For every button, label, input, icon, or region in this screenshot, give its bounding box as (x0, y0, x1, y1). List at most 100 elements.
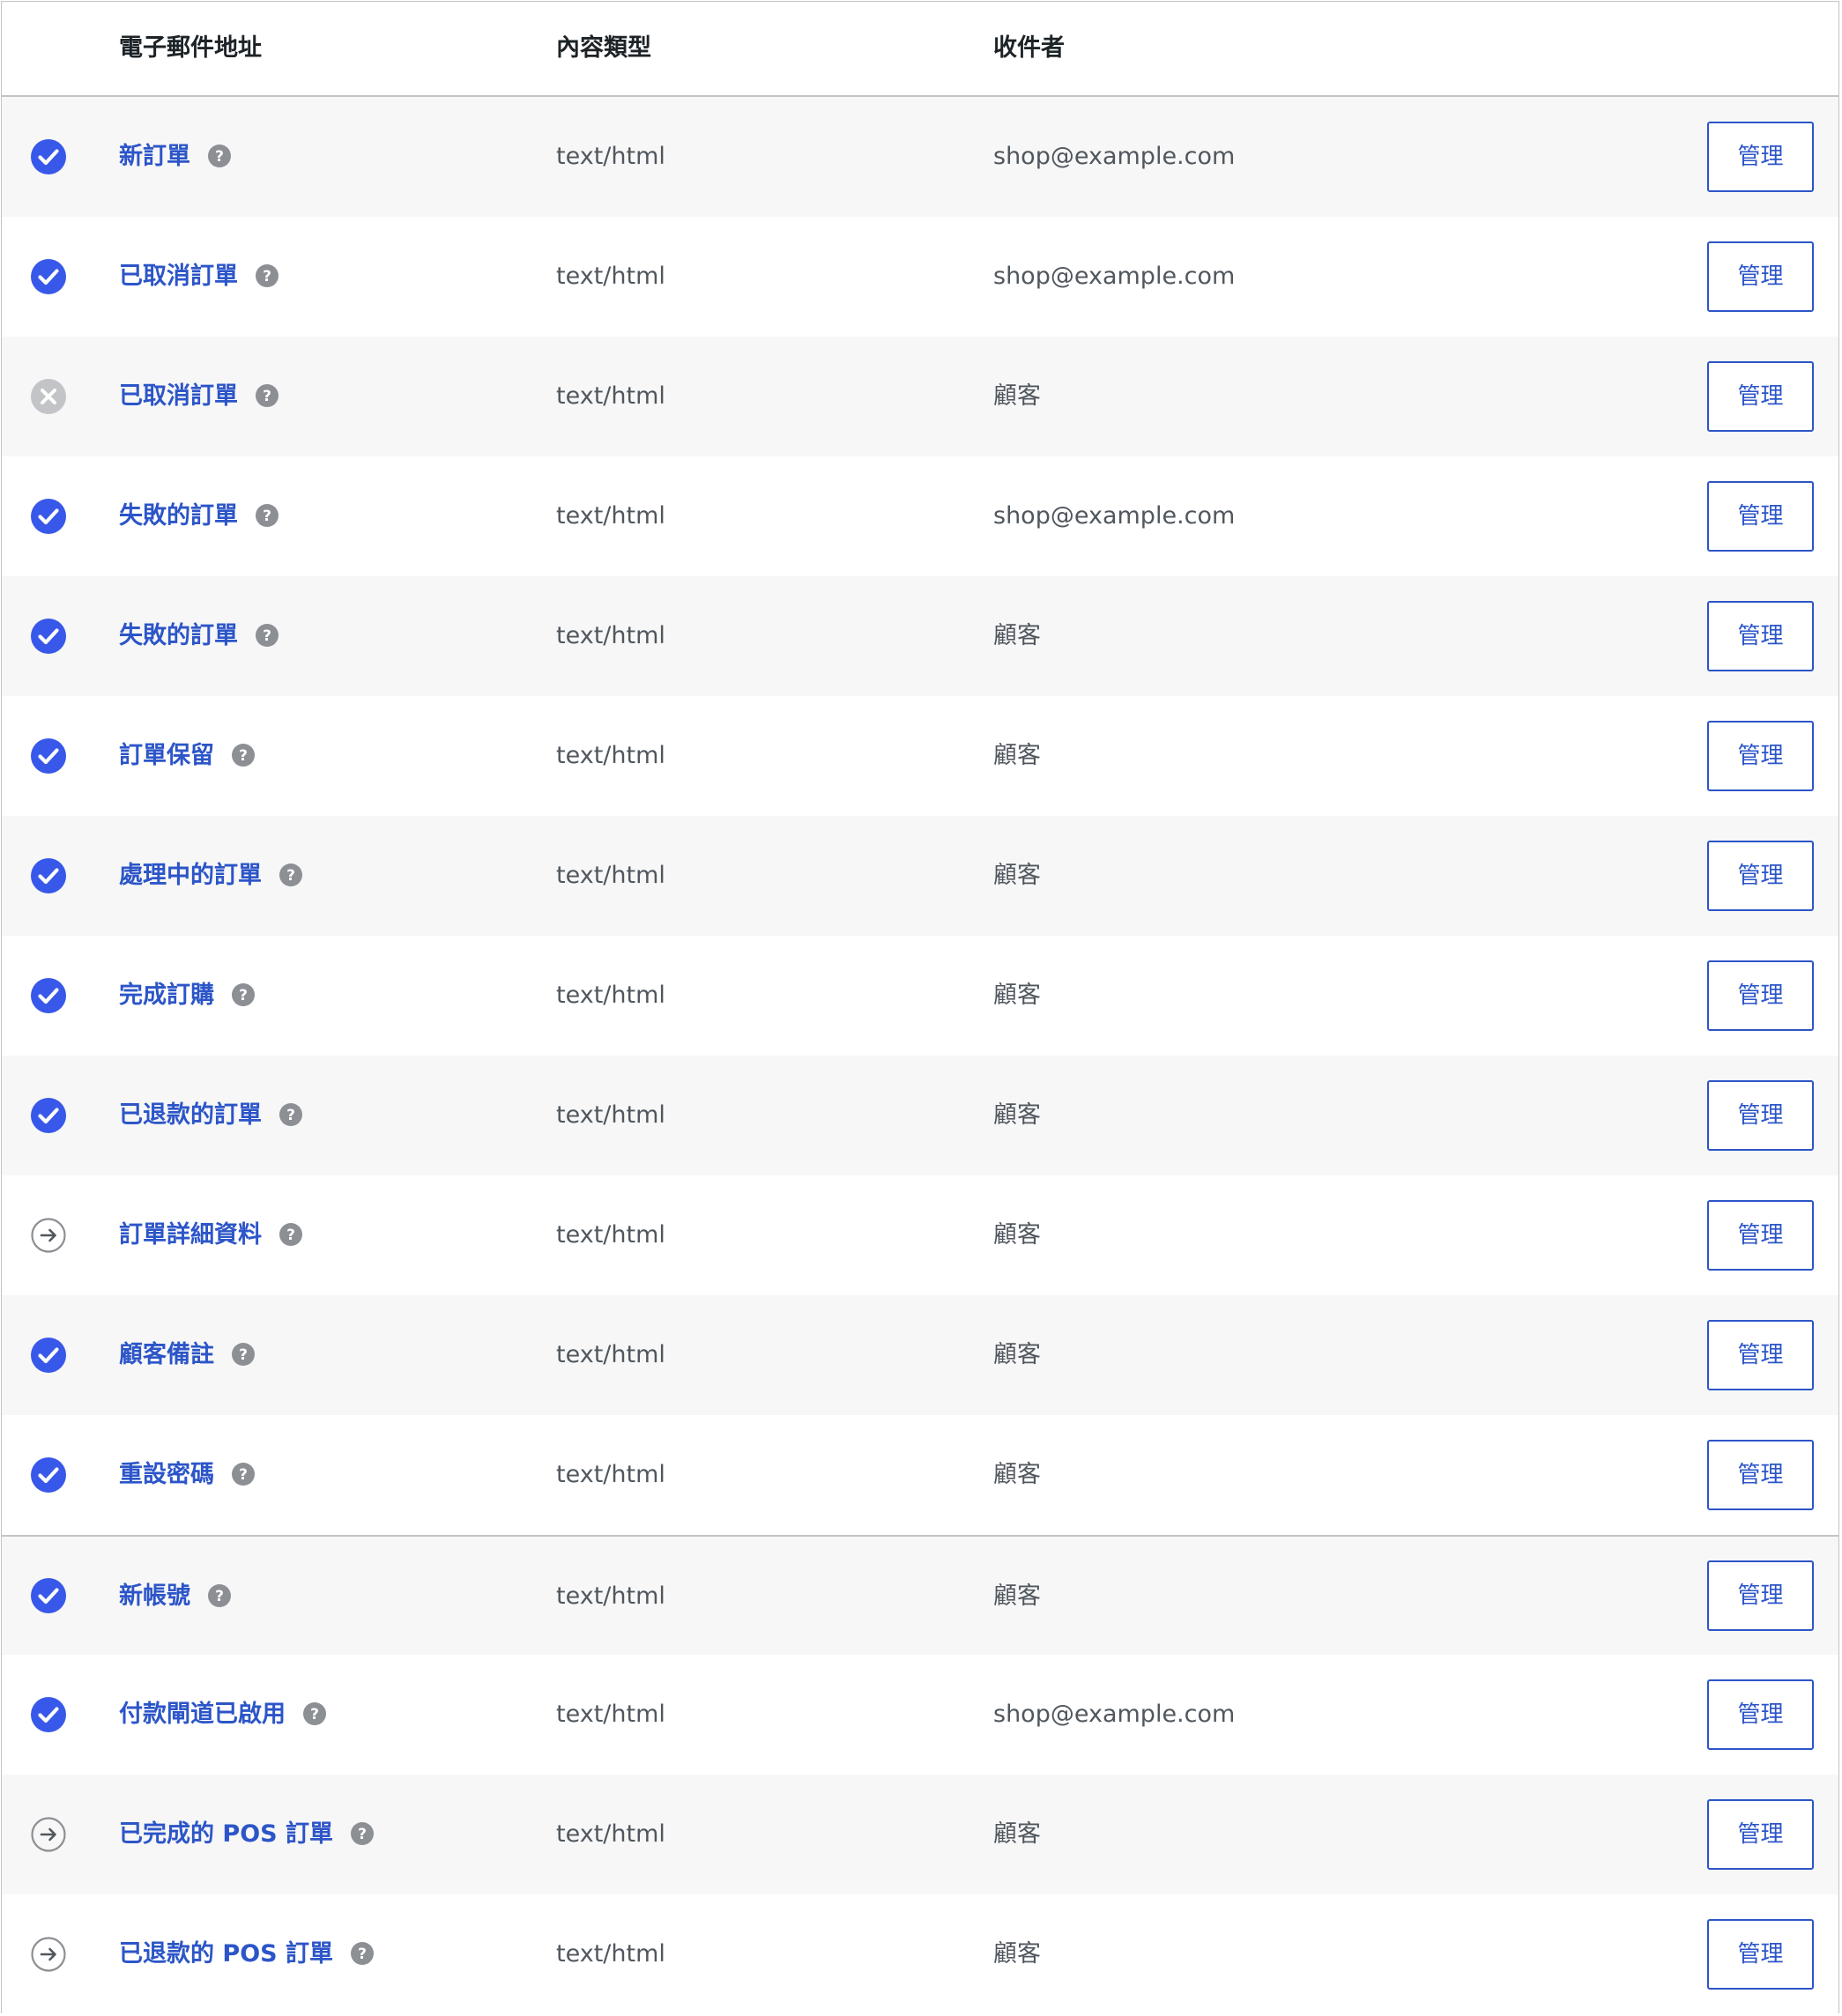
email-name-link[interactable]: 訂單保留? (119, 696, 255, 816)
recipient-cell: 顧客 (993, 742, 1041, 769)
recipient-cell: 顧客 (993, 1221, 1041, 1249)
manage-button[interactable]: 管理 (1707, 1679, 1814, 1750)
email-name-label[interactable]: 付款閘道已啟用 (119, 1701, 286, 1728)
recipient-cell: 顧客 (993, 622, 1041, 649)
svg-text:?: ? (215, 148, 224, 166)
help-icon[interactable]: ? (256, 263, 279, 287)
content-type-cell: text/html (556, 143, 665, 170)
recipient-cell: 顧客 (993, 1101, 1041, 1129)
email-name-link[interactable]: 失敗的訂單? (119, 456, 279, 576)
table-row: 付款閘道已啟用? text/html shop@example.com 管理 (2, 1655, 1838, 1775)
email-name-link[interactable]: 已完成的 POS 訂單? (119, 1775, 374, 1894)
svg-text:?: ? (263, 388, 271, 405)
help-icon[interactable]: ? (303, 1701, 326, 1725)
help-icon[interactable]: ? (279, 1102, 302, 1126)
table-header: 電子郵件地址 內容類型 收件者 (2, 2, 1838, 97)
svg-text:?: ? (239, 1346, 248, 1364)
email-name-link[interactable]: 付款閘道已啟用? (119, 1655, 326, 1775)
email-name-label[interactable]: 已完成的 POS 訂單 (119, 1820, 333, 1848)
email-name-link[interactable]: 完成訂購? (119, 936, 255, 1056)
email-name-label[interactable]: 新訂單 (119, 143, 190, 170)
manage-button[interactable]: 管理 (1707, 1799, 1814, 1870)
content-type-cell: text/html (556, 982, 665, 1009)
help-icon[interactable]: ? (279, 863, 302, 886)
help-icon[interactable]: ? (256, 623, 279, 647)
recipient-cell: shop@example.com (993, 502, 1236, 530)
table-row: 完成訂購? text/html 顧客 管理 (2, 936, 1838, 1056)
email-name-link[interactable]: 已取消訂單? (119, 217, 279, 337)
email-name-label[interactable]: 完成訂購 (119, 982, 214, 1009)
email-name-label[interactable]: 已取消訂單 (119, 382, 238, 410)
table-row: 訂單保留? text/html 顧客 管理 (2, 696, 1838, 816)
email-name-link[interactable]: 訂單詳細資料? (119, 1175, 302, 1295)
manage-button[interactable]: 管理 (1707, 1200, 1814, 1271)
email-name-label[interactable]: 處理中的訂單 (119, 862, 262, 889)
table-row: 顧客備註? text/html 顧客 管理 (2, 1295, 1838, 1415)
email-name-label[interactable]: 訂單保留 (119, 742, 214, 769)
email-name-label[interactable]: 已退款的訂單 (119, 1101, 262, 1129)
recipient-cell: shop@example.com (993, 143, 1236, 170)
manage-button[interactable]: 管理 (1707, 841, 1814, 911)
manage-button[interactable]: 管理 (1707, 1560, 1814, 1631)
manage-button[interactable]: 管理 (1707, 361, 1814, 432)
recipient-cell: shop@example.com (993, 1701, 1236, 1728)
content-type-cell: text/html (556, 1701, 665, 1728)
column-header-recipient: 收件者 (993, 34, 1065, 62)
email-name-label[interactable]: 顧客備註 (119, 1341, 214, 1368)
email-name-label[interactable]: 失敗的訂單 (119, 622, 238, 649)
enabled-check-icon (31, 499, 66, 534)
manage-button[interactable]: 管理 (1707, 1320, 1814, 1390)
email-name-link[interactable]: 已退款的訂單? (119, 1056, 302, 1175)
table-row: 處理中的訂單? text/html 顧客 管理 (2, 816, 1838, 936)
table-row: 已退款的訂單? text/html 顧客 管理 (2, 1056, 1838, 1175)
table-row: 失敗的訂單? text/html shop@example.com 管理 (2, 456, 1838, 576)
help-icon[interactable]: ? (256, 503, 279, 527)
email-name-label[interactable]: 訂單詳細資料 (119, 1221, 262, 1249)
email-name-link[interactable]: 重設密碼? (119, 1415, 255, 1535)
help-icon[interactable]: ? (208, 1583, 231, 1607)
email-name-label[interactable]: 新帳號 (119, 1582, 190, 1610)
help-icon[interactable]: ? (232, 743, 255, 767)
svg-text:?: ? (310, 1706, 319, 1723)
svg-text:?: ? (239, 747, 248, 765)
email-name-link[interactable]: 顧客備註? (119, 1295, 255, 1415)
column-header-email[interactable]: 電子郵件地址 (119, 2, 262, 95)
email-name-label[interactable]: 重設密碼 (119, 1461, 214, 1488)
email-name-label[interactable]: 已退款的 POS 訂單 (119, 1940, 333, 1968)
help-icon[interactable]: ? (256, 383, 279, 407)
help-icon[interactable]: ? (208, 144, 231, 167)
email-name-label[interactable]: 失敗的訂單 (119, 502, 238, 530)
manage-button[interactable]: 管理 (1707, 721, 1814, 791)
table-row: 新訂單? text/html shop@example.com 管理 (2, 97, 1838, 217)
manage-button[interactable]: 管理 (1707, 122, 1814, 192)
manage-button[interactable]: 管理 (1707, 1919, 1814, 1990)
email-name-link[interactable]: 新訂單? (119, 97, 231, 217)
email-name-label[interactable]: 已取消訂單 (119, 263, 238, 290)
manage-button[interactable]: 管理 (1707, 960, 1814, 1031)
help-icon[interactable]: ? (232, 1342, 255, 1366)
enabled-check-icon (31, 139, 66, 174)
svg-text:?: ? (286, 1227, 295, 1244)
content-type-cell: text/html (556, 1940, 665, 1968)
svg-text:?: ? (263, 508, 271, 525)
manage-button[interactable]: 管理 (1707, 241, 1814, 312)
email-name-link[interactable]: 新帳號? (119, 1537, 231, 1657)
svg-text:?: ? (215, 1588, 224, 1605)
email-name-link[interactable]: 已取消訂單? (119, 337, 279, 456)
help-icon[interactable]: ? (279, 1222, 302, 1246)
email-name-link[interactable]: 已退款的 POS 訂單? (119, 1894, 374, 2014)
manage-button[interactable]: 管理 (1707, 601, 1814, 671)
enabled-check-icon (31, 259, 66, 294)
manage-button[interactable]: 管理 (1707, 1080, 1814, 1151)
manage-button[interactable]: 管理 (1707, 1440, 1814, 1510)
help-icon[interactable]: ? (232, 982, 255, 1006)
manual-arrow-icon (31, 1937, 66, 1972)
help-icon[interactable]: ? (351, 1941, 374, 1965)
recipient-cell: 顧客 (993, 1940, 1041, 1968)
help-icon[interactable]: ? (351, 1821, 374, 1845)
email-name-link[interactable]: 失敗的訂單? (119, 576, 279, 696)
email-name-link[interactable]: 處理中的訂單? (119, 816, 302, 936)
email-settings-table: 電子郵件地址 內容類型 收件者 新訂單? text/html shop@exampl… (1, 1, 1839, 2014)
help-icon[interactable]: ? (232, 1462, 255, 1486)
manage-button[interactable]: 管理 (1707, 481, 1814, 552)
